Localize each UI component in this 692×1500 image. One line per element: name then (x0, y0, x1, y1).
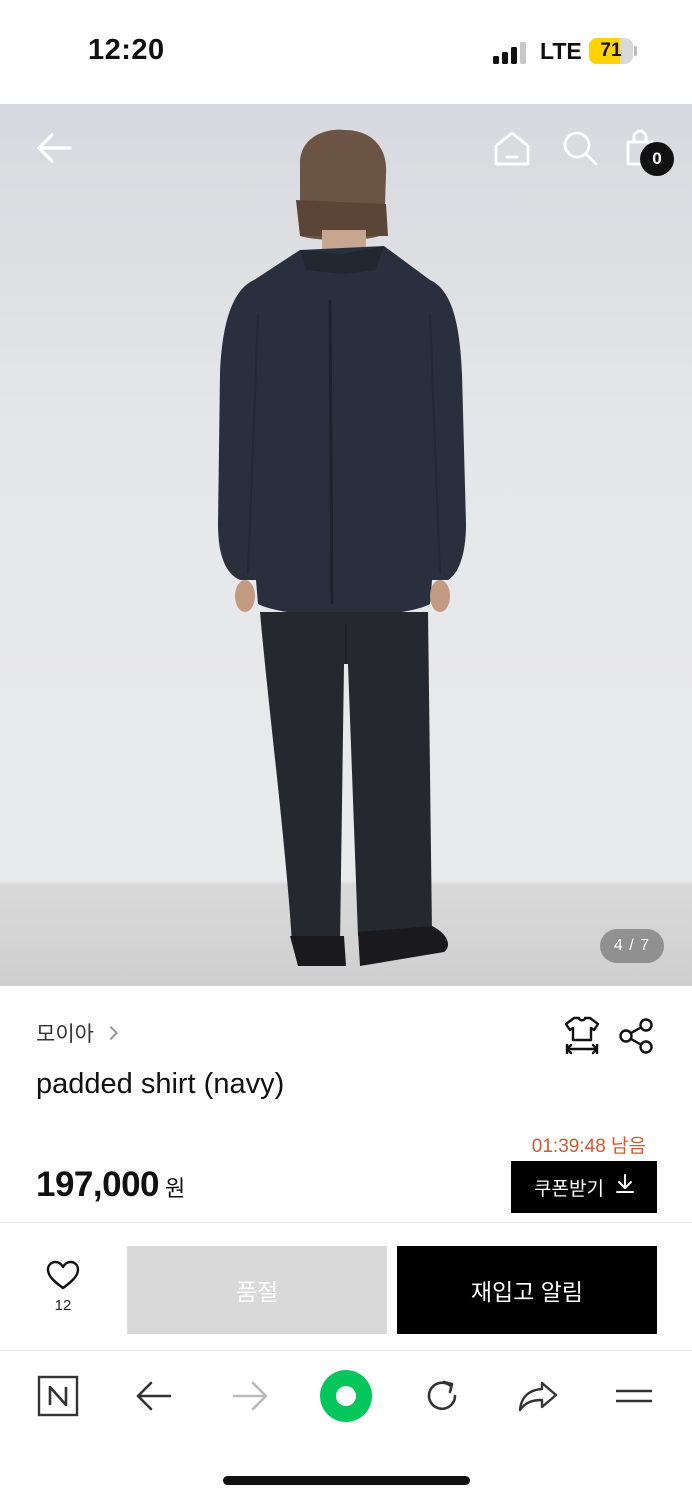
search-icon[interactable] (560, 128, 600, 168)
battery-level: 71 (600, 40, 622, 61)
cart-count-badge: 0 (640, 142, 674, 176)
share-icon[interactable] (616, 1016, 656, 1056)
home-icon[interactable] (492, 128, 532, 168)
signal-icon (493, 42, 529, 64)
menu-icon[interactable] (612, 1374, 656, 1418)
like-count: 12 (54, 1297, 72, 1314)
green-dot-icon[interactable] (318, 1368, 374, 1424)
back-arrow-icon[interactable] (34, 128, 74, 168)
product-image[interactable] (0, 104, 692, 986)
coupon-timer: 01:39:48 남음 (531, 1136, 646, 1157)
divider (0, 1222, 692, 1223)
brand-name: 모이아 (36, 1023, 94, 1046)
refresh-icon[interactable] (420, 1374, 464, 1418)
restock-alert-button[interactable]: 재입고 알림 (397, 1246, 657, 1334)
product-price: 197,000 원 (36, 1165, 185, 1205)
share-arrow-icon[interactable] (516, 1374, 560, 1418)
product-title: padded shirt (navy) (36, 1068, 285, 1100)
network-type: LTE (540, 38, 582, 64)
soldout-button[interactable]: 품절 (127, 1246, 387, 1334)
status-time: 12:20 (88, 34, 165, 66)
divider (0, 1350, 692, 1351)
home-indicator (223, 1476, 470, 1485)
product-photo (218, 129, 466, 966)
heart-icon (46, 1260, 80, 1294)
chevron-right-icon (103, 1025, 119, 1041)
battery-icon: 71 (589, 38, 633, 64)
coupon-button[interactable]: 쿠폰받기 (511, 1161, 657, 1213)
status-bar: 12:20 LTE 71 (0, 0, 692, 104)
size-guide-icon[interactable] (562, 1014, 602, 1056)
download-icon (615, 1174, 634, 1200)
back-icon[interactable] (132, 1374, 176, 1418)
price-unit: 원 (165, 1176, 186, 1201)
price-value: 197,000 (36, 1165, 160, 1204)
naver-n-icon[interactable] (36, 1374, 80, 1418)
image-counter: 4 / 7 (600, 929, 664, 963)
like-button[interactable]: 12 (38, 1260, 88, 1324)
brand-link[interactable]: 모이아 (36, 1018, 119, 1048)
forward-icon[interactable] (228, 1374, 272, 1418)
coupon-label: 쿠폰받기 (534, 1178, 604, 1200)
